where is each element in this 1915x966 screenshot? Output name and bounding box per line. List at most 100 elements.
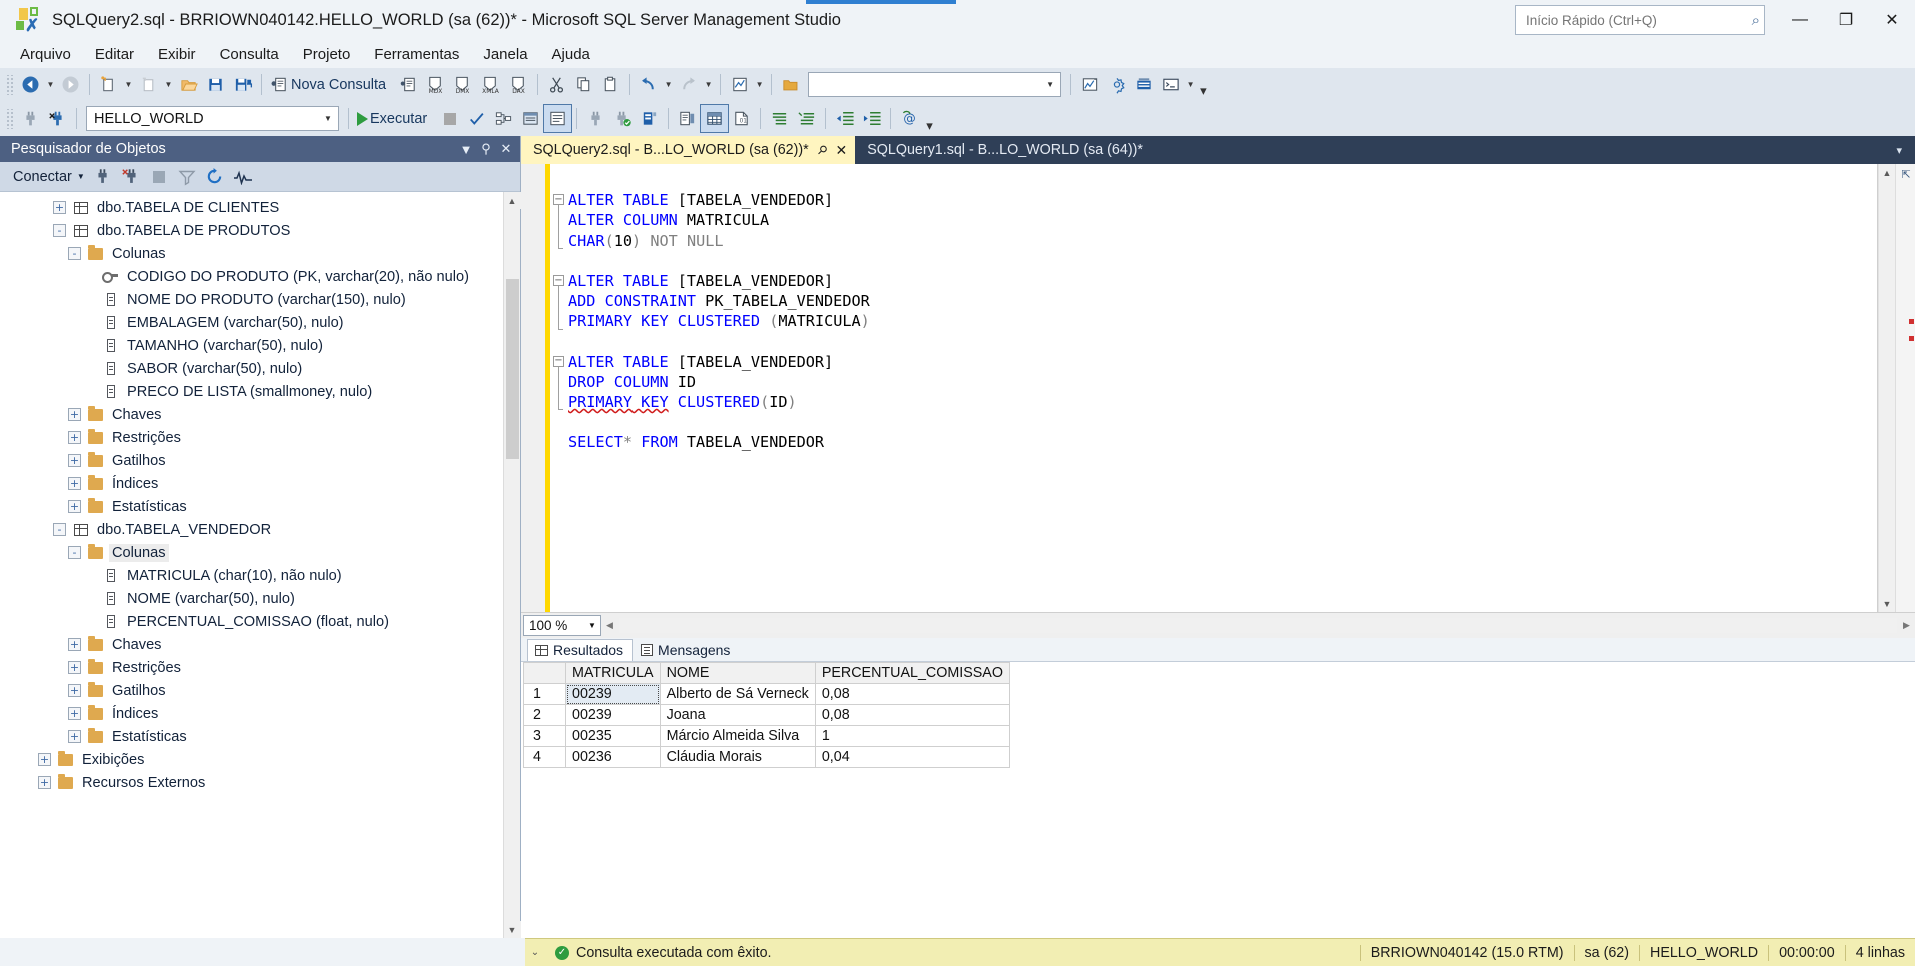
menu-exibir[interactable]: Exibir (146, 43, 208, 66)
tree-expander[interactable]: - (53, 523, 66, 536)
tree-node[interactable]: + Recursos Externos (0, 771, 503, 794)
maximize-button[interactable]: ❐ (1823, 0, 1869, 40)
table-row[interactable]: 4 00236 Cláudia Morais 0,04 (523, 746, 1010, 768)
open-file-icon[interactable] (175, 71, 202, 98)
row-number-cell[interactable]: 1 (523, 683, 566, 705)
tree-expander[interactable]: + (68, 431, 81, 444)
undo-dropdown[interactable]: ▼ (662, 71, 675, 98)
increase-indent-icon[interactable] (858, 105, 885, 132)
chevron-down-icon[interactable]: ▼ (1040, 80, 1060, 89)
tab-sqlquery2[interactable]: SQLQuery2.sql - B...LO_WORLD (sa (62))* … (521, 136, 856, 164)
tree-node[interactable]: SABOR (varchar(50), nulo) (0, 357, 503, 380)
menu-arquivo[interactable]: Arquivo (8, 43, 83, 66)
fold-collapse-icon[interactable]: − (553, 355, 564, 367)
scroll-up-icon[interactable]: ▲ (503, 192, 521, 209)
display-estimated-plan-icon[interactable] (490, 105, 517, 132)
save-icon[interactable] (202, 71, 229, 98)
close-button[interactable]: ✕ (1869, 0, 1915, 40)
results-to-text-icon[interactable] (674, 105, 701, 132)
scroll-up-icon[interactable]: ▲ (1878, 164, 1896, 181)
status-expand-icon[interactable]: ⌄ (525, 947, 545, 958)
table-cell[interactable]: Cláudia Morais (659, 746, 816, 768)
toolbar-overflow-icon[interactable]: ▾ (1200, 83, 1207, 101)
table-row[interactable]: 2 00239 Joana 0,08 (523, 704, 1010, 726)
tree-node[interactable]: CODIGO DO PRODUTO (PK, varchar(20), não … (0, 265, 503, 288)
column-header[interactable]: MATRICULA (565, 662, 661, 684)
tree-node[interactable]: + Chaves (0, 633, 503, 656)
redo-icon[interactable] (675, 71, 702, 98)
menu-editar[interactable]: Editar (83, 43, 146, 66)
table-cell[interactable]: 00239 (565, 704, 661, 726)
results-grid[interactable]: MATRICULA NOME PERCENTUAL_COMISSAO 1 00239 Al… (523, 662, 1010, 768)
filter-icon[interactable] (173, 165, 201, 189)
row-number-cell[interactable]: 2 (523, 704, 566, 726)
disconnect-icon[interactable] (89, 165, 117, 189)
table-cell[interactable]: 1 (814, 725, 1010, 747)
tree-expander[interactable]: + (38, 753, 51, 766)
editor-fold-column[interactable]: − − − (550, 164, 568, 612)
tree-node[interactable]: PERCENTUAL_COMISSAO (float, nulo) (0, 610, 503, 633)
tree-node[interactable]: + Estatísticas (0, 725, 503, 748)
tab-mensagens[interactable]: Mensagens (633, 639, 740, 661)
show-plan-dropdown[interactable]: ▼ (753, 71, 766, 98)
include-live-query-stats-icon[interactable] (582, 105, 609, 132)
tabstrip-dropdown-icon[interactable]: ▾ (1889, 144, 1909, 157)
show-plan-icon[interactable] (726, 71, 753, 98)
tree-node[interactable]: + Estatísticas (0, 495, 503, 518)
new-query-analysis-icon[interactable] (395, 71, 422, 98)
new-query-dmx-icon[interactable]: DMX (449, 71, 476, 98)
object-explorer-details-icon[interactable] (1076, 71, 1103, 98)
tab-sqlquery1[interactable]: SQLQuery1.sql - B...LO_WORLD (sa (64))* (855, 136, 1151, 164)
refresh-icon[interactable] (201, 165, 229, 189)
tree-expander[interactable]: + (68, 477, 81, 490)
navigate-back-dropdown[interactable]: ▼ (44, 71, 57, 98)
menu-consulta[interactable]: Consulta (208, 43, 291, 66)
menu-ajuda[interactable]: Ajuda (540, 43, 602, 66)
tree-node[interactable]: + Chaves (0, 403, 503, 426)
object-explorer-tree[interactable]: + dbo.TABELA DE CLIENTES - dbo.TABELA DE PR… (0, 192, 503, 938)
results-to-grid-icon[interactable] (700, 104, 730, 133)
table-row[interactable]: 3 00235 Márcio Almeida Silva 1 (523, 725, 1010, 747)
tree-node[interactable]: NOME (varchar(50), nulo) (0, 587, 503, 610)
pin-icon[interactable]: ⚲ (814, 142, 830, 158)
table-cell[interactable]: Márcio Almeida Silva (659, 725, 816, 747)
tree-expander[interactable]: + (68, 638, 81, 651)
tree-node[interactable]: + Gatilhos (0, 679, 503, 702)
column-header[interactable]: PERCENTUAL_COMISSAO (814, 662, 1010, 684)
command-window-icon[interactable] (1157, 71, 1184, 98)
split-view-icon[interactable]: ⇱ (1899, 168, 1913, 181)
tree-expander[interactable]: + (53, 201, 66, 214)
scroll-track[interactable] (1879, 181, 1896, 595)
disconnect-all-icon[interactable] (117, 165, 145, 189)
results-grid-area[interactable]: MATRICULA NOME PERCENTUAL_COMISSAO 1 00239 Al… (521, 662, 1915, 938)
tree-expander[interactable]: + (68, 408, 81, 421)
save-all-icon[interactable] (229, 71, 256, 98)
template-explorer-icon[interactable] (1130, 71, 1157, 98)
tree-expander[interactable]: + (68, 707, 81, 720)
scroll-down-icon[interactable]: ▼ (1878, 595, 1896, 612)
find-in-files-icon[interactable] (777, 71, 804, 98)
scroll-thumb[interactable] (505, 279, 519, 459)
minimize-button[interactable]: — (1777, 0, 1823, 40)
row-number-cell[interactable]: 3 (523, 725, 566, 747)
tab-resultados[interactable]: Resultados (527, 639, 634, 661)
scroll-right-icon[interactable]: ▶ (1898, 620, 1915, 631)
tree-node[interactable]: + Índices (0, 472, 503, 495)
find-combobox[interactable]: ▼ (808, 72, 1062, 97)
paste-icon[interactable] (597, 71, 624, 98)
connect-button[interactable]: Conectar ▼ (9, 167, 89, 187)
tree-node[interactable]: - dbo.TABELA DE PRODUTOS (0, 219, 503, 242)
tree-expander[interactable]: + (68, 684, 81, 697)
command-window-dropdown[interactable]: ▼ (1184, 71, 1197, 98)
change-connection-icon[interactable] (44, 105, 71, 132)
editor-code[interactable]: ALTER TABLE [TABELA_VENDEDOR] ALTER COLUM… (568, 164, 1877, 612)
cut-icon[interactable] (543, 71, 570, 98)
close-icon[interactable]: ✕ (496, 141, 516, 157)
editor-horizontal-scrollbar[interactable] (619, 618, 1897, 633)
editor-overview-margin[interactable]: ⇱ (1895, 164, 1915, 612)
undo-icon[interactable] (635, 71, 662, 98)
tree-node[interactable]: NOME DO PRODUTO (varchar(150), nulo) (0, 288, 503, 311)
include-client-statistics-icon[interactable] (609, 105, 636, 132)
navigate-forward-icon[interactable] (57, 71, 84, 98)
database-server-icon[interactable] (636, 105, 663, 132)
